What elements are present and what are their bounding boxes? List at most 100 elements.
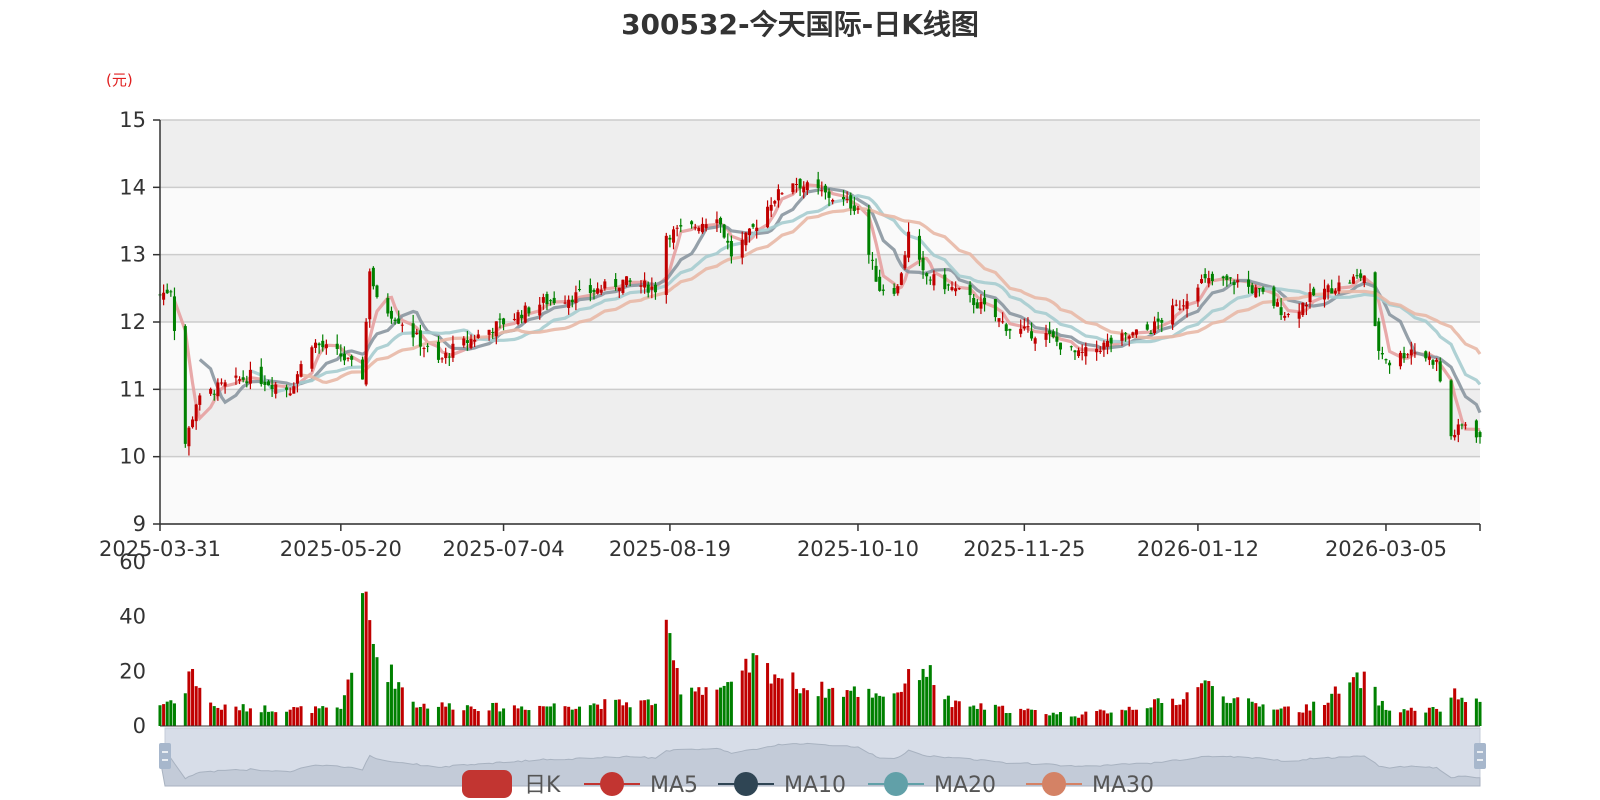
volume-bar	[690, 687, 694, 726]
candle-body	[791, 183, 795, 193]
candle-body	[715, 219, 719, 224]
chart-title: 300532-今天国际-日K线图	[621, 8, 979, 41]
candle-body	[1453, 434, 1457, 438]
volume-bar	[845, 690, 849, 726]
candle-body	[932, 274, 936, 286]
volume-bar	[426, 708, 430, 726]
candle-body	[1377, 321, 1381, 351]
candle-body	[498, 318, 502, 320]
volume-bar	[1102, 710, 1106, 726]
volume-bar	[726, 682, 730, 726]
volume-bar	[1286, 706, 1290, 726]
candle-body	[628, 280, 632, 282]
volume-bar	[1449, 697, 1453, 726]
candle-body	[776, 189, 780, 201]
candle-body	[823, 185, 827, 193]
volume-bar	[1388, 710, 1392, 726]
candle-body	[386, 298, 390, 314]
candle-body	[639, 285, 643, 287]
volume-bar	[1254, 703, 1258, 726]
volume-bar	[878, 695, 882, 726]
candle-body	[950, 287, 954, 290]
candle-body	[1008, 328, 1012, 331]
volume-bar	[371, 643, 375, 726]
volume-bar	[693, 691, 697, 726]
candle-body	[625, 276, 629, 285]
volume-bar	[816, 696, 820, 726]
volume-bar	[1330, 693, 1334, 726]
candle-body	[704, 224, 708, 229]
zoom-handle[interactable]	[1474, 743, 1486, 769]
volume-bar	[187, 671, 191, 726]
volume-bar	[1308, 710, 1312, 726]
candle-body	[216, 382, 220, 397]
volume-bar	[469, 706, 473, 726]
volume-bar	[158, 705, 162, 726]
volume-bar	[1200, 683, 1204, 726]
candle-body	[321, 340, 325, 348]
volume-bar	[802, 688, 806, 726]
volume-bar	[1326, 702, 1330, 726]
candle-body	[274, 384, 278, 394]
volume-bar	[1221, 696, 1225, 726]
volume-bar	[791, 672, 795, 726]
candle-body	[350, 356, 354, 360]
candle-body	[1304, 304, 1308, 307]
volume-bar	[223, 704, 227, 726]
candle-body	[1427, 356, 1431, 360]
y-tick-label: 15	[119, 108, 146, 132]
volume-bar	[704, 687, 708, 726]
volume-bar	[831, 687, 835, 726]
volume-bar	[968, 706, 972, 726]
candle-body	[1435, 359, 1439, 362]
volume-bar	[436, 706, 440, 726]
candle-body	[172, 296, 176, 331]
volume-bar	[342, 695, 346, 726]
volume-bar	[614, 699, 618, 726]
volume-bar	[870, 697, 874, 726]
volume-tick-label: 20	[119, 659, 146, 683]
volume-bar	[820, 681, 824, 726]
candle-body	[1030, 331, 1034, 339]
candle-body	[766, 206, 770, 228]
volume-bar	[1373, 686, 1377, 726]
candle-body	[747, 228, 751, 236]
volume-bar	[317, 708, 321, 726]
candle-body	[400, 324, 404, 326]
candle-body	[946, 284, 950, 286]
candle-body	[1283, 315, 1287, 318]
volume-bar	[494, 702, 498, 726]
candle-body	[487, 329, 491, 335]
volume-bar	[1058, 712, 1063, 726]
candle-body	[975, 302, 979, 309]
volume-bar	[447, 703, 451, 726]
volume-bar	[1145, 708, 1149, 726]
volume-bar	[172, 703, 176, 726]
candle-body	[191, 419, 195, 428]
y-axis-unit: (元)	[106, 71, 133, 89]
candle-body	[719, 217, 723, 225]
candle-body	[541, 297, 545, 303]
candle-body	[827, 191, 831, 198]
volume-bar	[1131, 709, 1135, 726]
volume-bar	[1301, 712, 1305, 726]
volume-bar	[1435, 708, 1439, 726]
volume-bar	[418, 706, 422, 726]
volume-bar	[563, 706, 567, 726]
candle-body	[1388, 362, 1392, 366]
volume-bar	[1095, 711, 1099, 726]
volume-bar	[1355, 672, 1359, 726]
volume-bar	[241, 704, 245, 726]
candle-body	[1055, 336, 1059, 342]
volume-bar	[744, 658, 748, 726]
candle-body	[538, 304, 542, 316]
volume-bar	[1084, 711, 1088, 726]
zoom-handle[interactable]	[159, 743, 171, 769]
volume-bar	[498, 711, 502, 726]
volume-bar	[719, 687, 723, 726]
candle-body	[690, 221, 694, 225]
volume-bar	[1337, 693, 1341, 726]
volume-bar	[393, 688, 397, 726]
candle-body	[494, 321, 498, 337]
candle-body	[1225, 275, 1229, 280]
